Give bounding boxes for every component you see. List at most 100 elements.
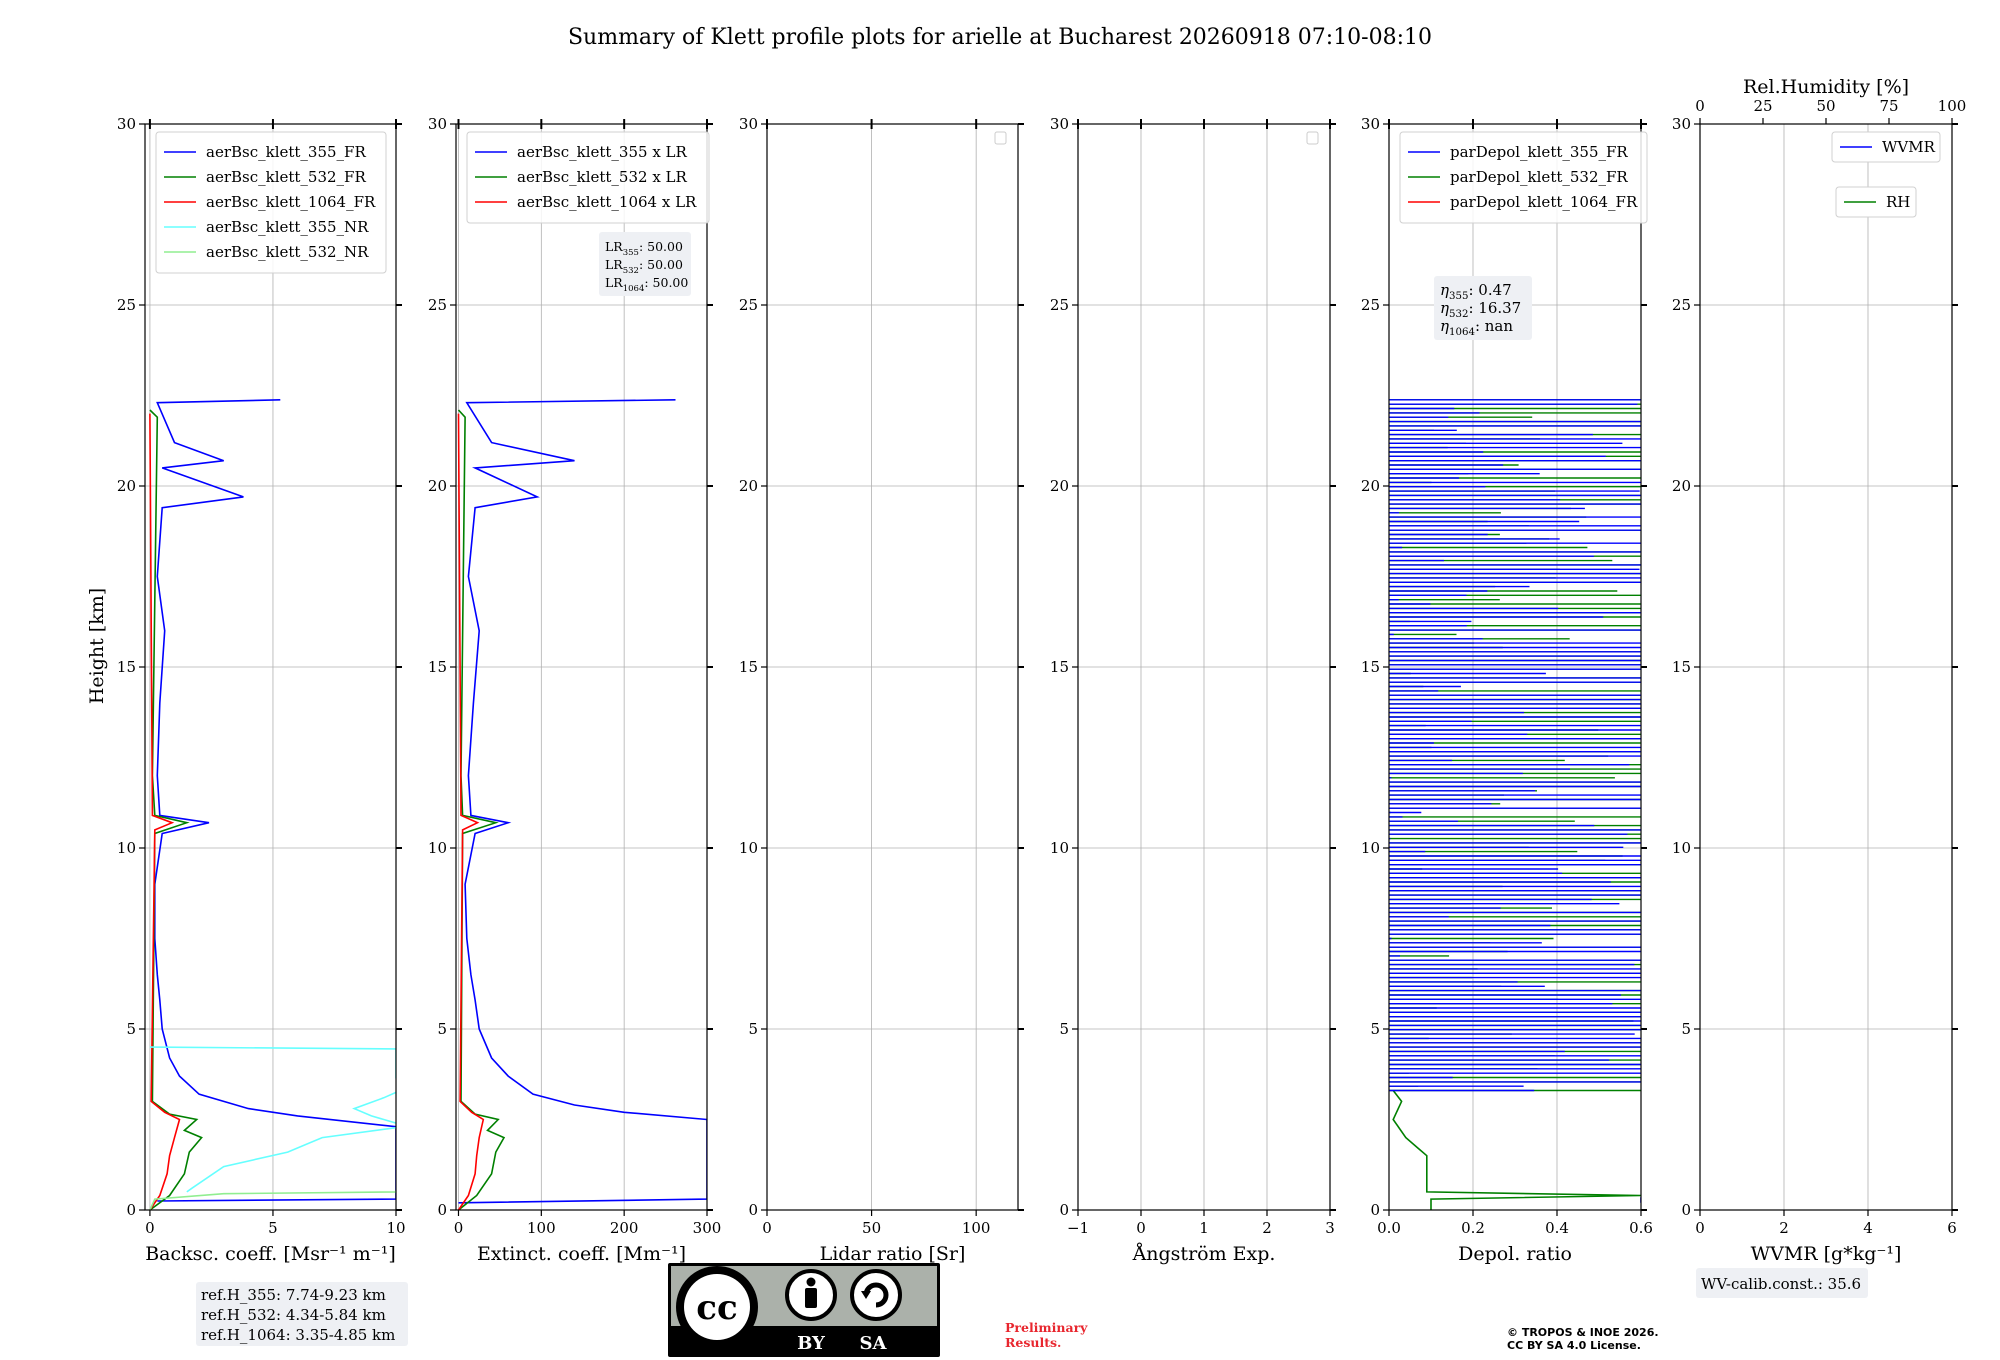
y-tick-label: 30 <box>1672 115 1691 133</box>
x-axis-label: Lidar ratio [Sr] <box>820 1243 966 1265</box>
top-x-tick-label: 50 <box>1816 97 1835 115</box>
cc-license-badge: cc BY SA <box>668 1263 940 1357</box>
info-line: ref.H_1064: 3.35-4.85 km <box>201 1326 395 1344</box>
svg-text:SA: SA <box>860 1333 888 1354</box>
series-group <box>1389 399 1641 1210</box>
y-tick-label: 15 <box>1672 658 1691 676</box>
y-tick-label: 10 <box>117 839 136 857</box>
x-tick-label: 4 <box>1863 1219 1873 1237</box>
y-tick-label: 0 <box>126 1201 136 1219</box>
y-tick-label: 30 <box>739 115 758 133</box>
legend-label: parDepol_klett_1064_FR <box>1450 193 1638 211</box>
y-tick-label: 10 <box>739 839 758 857</box>
panel-wvmr: 0510152025300 2 4 6WVMR [g*kg⁻¹]0 25 50 75 100R… <box>1672 76 1966 1265</box>
x-axis-label: Depol. ratio <box>1458 1243 1572 1265</box>
x-tick-label: 0 <box>145 1219 155 1237</box>
svg-text:BY: BY <box>797 1333 826 1354</box>
y-tick-label: 5 <box>1370 1020 1380 1038</box>
legend-label: aerBsc_klett_1064_FR <box>206 193 376 211</box>
preliminary-note: Preliminary Results. <box>1005 1320 1088 1350</box>
series-group <box>149 399 396 1210</box>
legend-label: aerBsc_klett_532_FR <box>206 168 366 186</box>
y-tick-label: 25 <box>1361 296 1380 314</box>
series-noise-parDepol_klett_355_FR <box>1389 399 1641 1092</box>
legend-label: parDepol_klett_355_FR <box>1450 143 1628 161</box>
x-axis-label: Ångström Exp. <box>1132 1243 1276 1265</box>
info-line: WV-calib.const.: 35.6 <box>1701 1275 1861 1293</box>
y-tick-label: 25 <box>117 296 136 314</box>
info-box-depol: η355: 0.47η532: 16.37η1064: nan <box>1434 276 1532 340</box>
legend-backscatter: aerBsc_klett_355_FR aerBsc_klett_532_FRae… <box>155 131 387 274</box>
y-tick-label: 5 <box>1059 1020 1069 1038</box>
x-tick-label: 10 <box>386 1219 405 1237</box>
y-tick-label: 10 <box>1361 839 1380 857</box>
x-tick-label: 0 <box>762 1219 772 1237</box>
x-tick-label: 0.6 <box>1629 1219 1653 1237</box>
x-tick-label: 0 <box>454 1219 464 1237</box>
y-tick-label: 5 <box>1681 1020 1691 1038</box>
x-tick-label: 300 <box>693 1219 722 1237</box>
overlays: aerBsc_klett_355_FRaerBsc_klett_532_FRae… <box>155 131 1941 1346</box>
x-tick-label: 100 <box>527 1219 556 1237</box>
empty-legend-box <box>994 131 1007 145</box>
x-tick-label: 2 <box>1779 1219 1789 1237</box>
y-tick-label: 25 <box>1672 296 1691 314</box>
series-group <box>457 399 707 1210</box>
legend-label: aerBsc_klett_355 x LR <box>517 143 688 161</box>
x-tick-label: 6 <box>1947 1219 1957 1237</box>
legend-label: WVMR <box>1882 138 1936 156</box>
svg-text:cc: cc <box>696 1288 737 1328</box>
y-tick-label: 30 <box>1361 115 1380 133</box>
legend-depol: parDepol_klett_355_FR parDepol_klett_532_… <box>1399 131 1648 224</box>
top-x-axis-label: Rel.Humidity [%] <box>1743 76 1909 98</box>
x-tick-label: 0.0 <box>1377 1219 1401 1237</box>
y-tick-label: 15 <box>1361 658 1380 676</box>
legend-label: aerBsc_klett_532_NR <box>206 243 369 261</box>
x-axis-label: Extinct. coeff. [Mm⁻¹] <box>477 1243 686 1265</box>
bottom-info-wvmr: WV-calib.const.: 35.6 <box>1696 1268 1868 1298</box>
x-tick-label: 2 <box>1262 1219 1272 1237</box>
y-tick-label: 25 <box>1050 296 1069 314</box>
empty-legend-box <box>1306 131 1319 145</box>
figure-title: Summary of Klett profile plots for ariel… <box>568 25 1432 50</box>
y-tick-label: 20 <box>1672 477 1691 495</box>
y-tick-label: 25 <box>428 296 447 314</box>
y-tick-label: 15 <box>428 658 447 676</box>
series-line-aerBsc_klett_355 x LR <box>458 399 707 1204</box>
legend-label: aerBsc_klett_355_NR <box>206 218 369 236</box>
series-line-parDepol_klett_532_FR <box>1392 1090 1641 1210</box>
y-tick-label: 20 <box>1361 477 1380 495</box>
legend-label: RH <box>1886 193 1910 211</box>
top-x-tick-label: 100 <box>1938 97 1967 115</box>
copyright-note: © TROPOS & INOE 2026. CC BY SA 4.0 Licens… <box>1507 1326 1659 1352</box>
y-tick-label: 30 <box>117 115 136 133</box>
y-tick-label: 20 <box>428 477 447 495</box>
x-tick-label: 200 <box>610 1219 639 1237</box>
x-tick-label: 1 <box>1199 1219 1209 1237</box>
y-tick-label: 10 <box>1050 839 1069 857</box>
y-tick-label: 0 <box>437 1201 447 1219</box>
panel-angstrom: 051015202530−1 0 1 2 3Ångström Exp. <box>1050 115 1336 1265</box>
x-tick-label: 3 <box>1325 1219 1335 1237</box>
info-line: ref.H_532: 4.34-5.84 km <box>201 1306 386 1324</box>
y-tick-label: 0 <box>1370 1201 1380 1219</box>
y-tick-label: 30 <box>428 115 447 133</box>
bottom-info-backscatter: ref.H_355: 7.74-9.23 km ref.H_532: 4.34-5… <box>196 1282 408 1346</box>
series-line-aerBsc_klett_355_FR <box>154 399 396 1202</box>
y-tick-label: 20 <box>1050 477 1069 495</box>
y-tick-label: 15 <box>739 658 758 676</box>
panels: 0510152025300 5 10Backsc. coeff. [Msr⁻¹ m⁻… <box>117 76 1966 1265</box>
info-line: ref.H_355: 7.74-9.23 km <box>201 1286 386 1304</box>
legend-label: aerBsc_klett_355_FR <box>206 143 366 161</box>
panel-lidar-ratio: 0 5 10 15 20 25 30 0 50 100 Lidar ratio [Sr] <box>739 115 1024 1265</box>
top-x-tick-label: 75 <box>1879 97 1898 115</box>
x-axis-label: WVMR [g*kg⁻¹] <box>1751 1243 1902 1265</box>
y-tick-label: 5 <box>126 1020 136 1038</box>
y-tick-label: 20 <box>739 477 758 495</box>
x-axis-label: Backsc. coeff. [Msr⁻¹ m⁻¹] <box>145 1243 396 1265</box>
y-tick-label: 0 <box>1059 1201 1069 1219</box>
figure: Summary of Klett profile plots for ariel… <box>86 25 1966 1357</box>
y-tick-label: 5 <box>748 1020 758 1038</box>
x-tick-label: −1 <box>1067 1219 1089 1237</box>
series-line-aerBsc_klett_355_NR <box>149 1046 396 1193</box>
